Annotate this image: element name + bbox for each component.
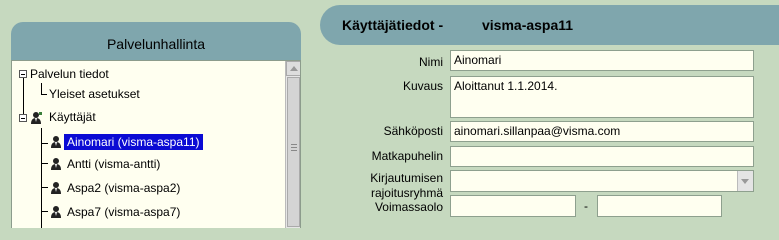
- chevron-down-icon[interactable]: [737, 171, 753, 191]
- tree-scrollbar[interactable]: [285, 61, 300, 228]
- scroll-grip: [291, 147, 297, 148]
- user-details-title: Käyttäjätiedot -: [342, 17, 444, 33]
- tree-connector: [23, 74, 24, 118]
- validity-from-field[interactable]: [450, 195, 576, 217]
- user-icon: [51, 182, 61, 194]
- description-label: Kuvaus: [402, 79, 443, 93]
- tree-item-service-info[interactable]: Palvelun tiedot: [30, 64, 112, 84]
- users-group-icon: [31, 112, 42, 124]
- service-management-title: Palvelunhallinta: [106, 36, 206, 52]
- tree-connector: [41, 211, 48, 212]
- scroll-up-button[interactable]: [286, 61, 300, 76]
- tree-connector: [41, 163, 48, 164]
- validity-separator: -: [584, 199, 588, 213]
- email-field[interactable]: ainomari.sillanpaa@visma.com: [450, 121, 754, 142]
- collapse-toggle-users[interactable]: [19, 114, 27, 122]
- mobile-field[interactable]: [450, 146, 754, 167]
- collapse-toggle-service-info[interactable]: [19, 70, 27, 78]
- service-management-header: Palvelunhallinta: [11, 22, 301, 60]
- name-label: Nimi: [419, 55, 443, 69]
- tree-item-user-aspa2[interactable]: Aspa2 (visma-aspa2): [64, 178, 183, 198]
- service-management-panel: Palvelunhallinta Palvelun tiedot Yleiset…: [11, 22, 301, 228]
- mobile-label: Matkapuhelin: [371, 149, 443, 163]
- tree-item-user-antti[interactable]: Antti (visma-antti): [64, 154, 163, 174]
- tree-connector: [41, 94, 47, 95]
- email-label: Sähköposti: [383, 124, 443, 138]
- description-field[interactable]: Aloittanut 1.1.2014.: [450, 76, 754, 118]
- login-group-select[interactable]: [450, 170, 754, 192]
- scroll-grip: [291, 150, 297, 151]
- tree-connector: [41, 187, 48, 188]
- user-details-username: visma-aspa11: [482, 17, 574, 33]
- tree-connector: [41, 83, 42, 94]
- name-field[interactable]: Ainomari: [450, 50, 754, 71]
- validity-to-field[interactable]: [597, 195, 722, 217]
- user-details-header: Käyttäjätiedot - visma-aspa11: [320, 5, 779, 45]
- service-tree: Palvelun tiedot Yleiset asetukset Käyttä…: [11, 60, 301, 228]
- user-icon: [51, 158, 61, 170]
- scroll-grip: [291, 144, 297, 145]
- tree-connector: [41, 143, 48, 144]
- user-icon: [51, 206, 61, 218]
- scroll-thumb[interactable]: [287, 77, 300, 227]
- tree-item-user-ainomari[interactable]: Ainomari (visma-aspa11): [64, 132, 203, 152]
- tree-item-users[interactable]: Käyttäjät: [46, 107, 99, 127]
- login-group-label-line1: Kirjautumisen: [370, 171, 443, 185]
- validity-label: Voimassaolo: [374, 200, 443, 214]
- tree-item-general-settings[interactable]: Yleiset asetukset: [49, 84, 143, 104]
- login-group-label-line2: rajoitusryhmä: [370, 186, 443, 200]
- tree-item-user-aspa7[interactable]: Aspa7 (visma-aspa7): [64, 202, 183, 222]
- user-icon: [51, 136, 61, 148]
